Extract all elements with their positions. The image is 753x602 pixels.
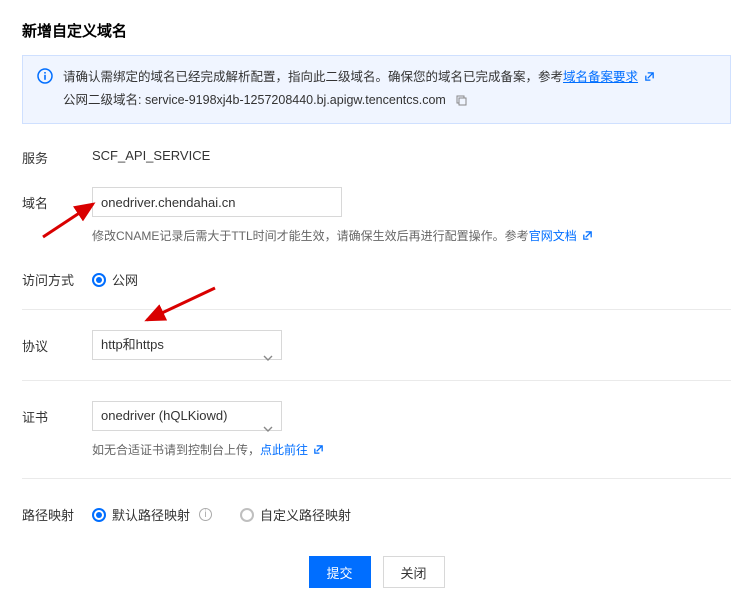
domain-hint: 修改CNAME记录后需大于TTL时间才能生效，请确保生效后再进行配置操作。参考官… — [92, 227, 731, 244]
row-protocol: 协议 http和https — [22, 330, 731, 381]
dialog-title: 新增自定义域名 — [22, 20, 731, 41]
chevron-down-icon — [263, 414, 273, 442]
row-access: 访问方式 公网 — [22, 264, 731, 310]
row-service: 服务 SCF_API_SERVICE — [22, 142, 731, 167]
protocol-label: 协议 — [22, 330, 92, 355]
path-custom-radio[interactable]: 自定义路径映射 — [240, 505, 351, 524]
info-alert: 请确认需绑定的域名已经完成解析配置，指向此二级域名。确保您的域名已完成备案，参考… — [22, 55, 731, 124]
form: 服务 SCF_API_SERVICE 域名 修改CNAME记录后需大于TTL时间… — [22, 142, 731, 524]
alert-line1: 请确认需绑定的域名已经完成解析配置，指向此二级域名。确保您的域名已完成备案，参考… — [63, 66, 718, 89]
cert-label: 证书 — [22, 401, 92, 426]
protocol-select[interactable]: http和https — [92, 330, 282, 360]
external-link-icon — [311, 443, 324, 457]
access-label: 访问方式 — [22, 264, 92, 289]
cert-hint: 如无合适证书请到控制台上传，点此前往 — [92, 441, 731, 458]
dialog-footer: 提交 关闭 — [22, 544, 731, 602]
backup-requirements-link[interactable]: 域名备案要求 — [563, 70, 638, 84]
dialog-panel: 新增自定义域名 请确认需绑定的域名已经完成解析配置，指向此二级域名。确保您的域名… — [0, 0, 753, 602]
l2-domain-value: service-9198xj4b-1257208440.bj.apigw.ten… — [145, 93, 446, 107]
radio-checked-icon — [92, 273, 106, 287]
cert-select[interactable]: onedriver (hQLKiowd) — [92, 401, 282, 431]
chevron-down-icon — [263, 343, 273, 371]
info-circle-icon[interactable]: i — [199, 508, 212, 521]
info-icon — [37, 68, 53, 92]
radio-checked-icon — [92, 508, 106, 522]
service-label: 服务 — [22, 142, 92, 167]
row-path-mapping: 路径映射 默认路径映射i 自定义路径映射 — [22, 499, 731, 524]
submit-button[interactable]: 提交 — [309, 556, 371, 588]
domain-label: 域名 — [22, 187, 92, 212]
external-link-icon — [580, 229, 593, 243]
service-value: SCF_API_SERVICE — [92, 142, 731, 163]
goto-console-link[interactable]: 点此前往 — [260, 443, 308, 457]
close-button[interactable]: 关闭 — [383, 556, 445, 588]
domain-input[interactable] — [92, 187, 342, 217]
external-link-icon — [642, 70, 655, 84]
radio-unchecked-icon — [240, 508, 254, 522]
copy-icon[interactable] — [455, 95, 467, 109]
path-default-radio[interactable]: 默认路径映射i — [92, 505, 212, 524]
row-cert: 证书 onedriver (hQLKiowd) 如无合适证书请到控制台上传，点此… — [22, 401, 731, 479]
official-doc-link[interactable]: 官网文档 — [529, 229, 577, 243]
access-public-radio[interactable]: 公网 — [92, 270, 138, 289]
row-domain: 域名 修改CNAME记录后需大于TTL时间才能生效，请确保生效后再进行配置操作。… — [22, 187, 731, 244]
path-label: 路径映射 — [22, 499, 92, 524]
alert-line2: 公网二级域名: service-9198xj4b-1257208440.bj.a… — [63, 89, 718, 114]
